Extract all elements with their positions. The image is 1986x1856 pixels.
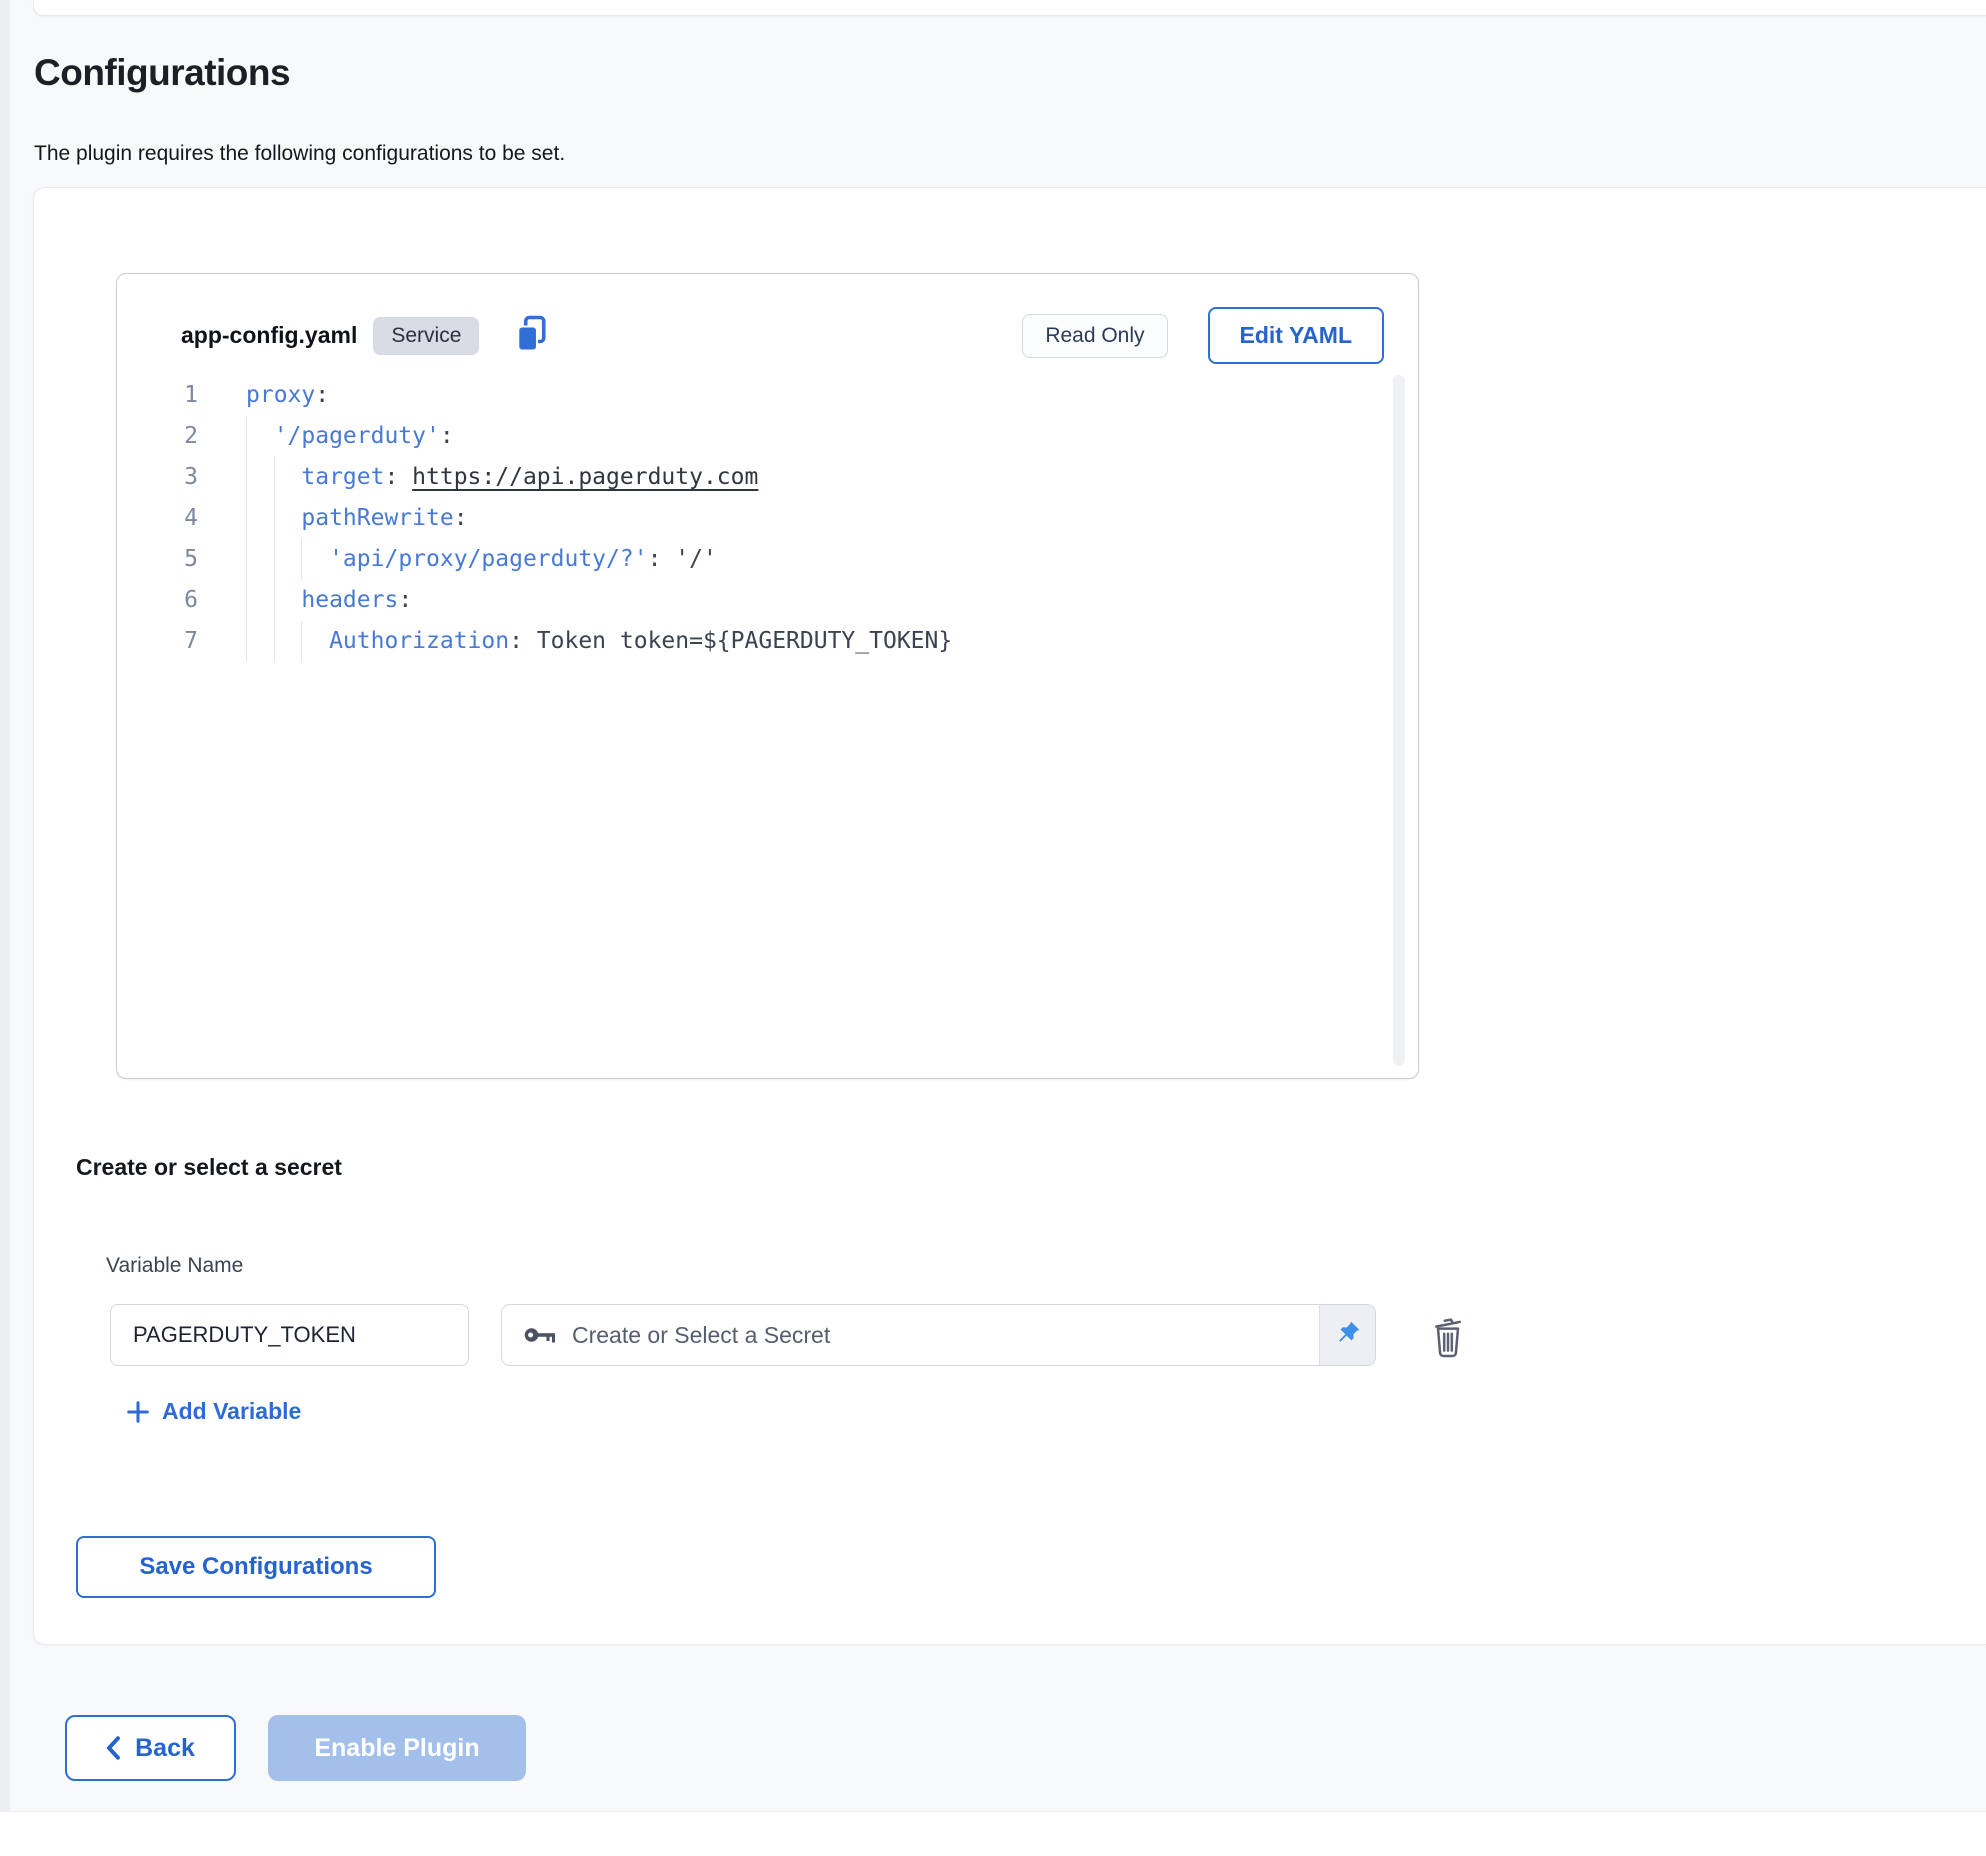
service-badge: Service xyxy=(373,317,479,355)
variable-name-label: Variable Name xyxy=(106,1254,243,1278)
yaml-code-block: 1proxy:2'/pagerduty':3target: https://ap… xyxy=(117,375,1388,1078)
line-number: 4 xyxy=(117,498,246,539)
back-button[interactable]: Back xyxy=(65,1715,236,1781)
code-line: 1proxy: xyxy=(117,375,1388,416)
left-edge-strip xyxy=(0,0,10,1812)
code-line: 6headers: xyxy=(117,580,1388,621)
code-text: proxy: xyxy=(246,375,1388,416)
indent-guide xyxy=(246,539,247,580)
key-icon xyxy=(524,1326,556,1344)
secret-section-heading: Create or select a secret xyxy=(76,1154,342,1181)
code-text: '/pagerduty': xyxy=(246,416,1388,457)
indent-guide xyxy=(274,621,275,662)
page-title: Configurations xyxy=(34,52,290,94)
code-line: 2'/pagerduty': xyxy=(117,416,1388,457)
indent-guide xyxy=(274,457,275,498)
editor-scrollbar[interactable] xyxy=(1393,375,1405,1066)
yaml-editor-header: app-config.yaml Service Read Only Edit Y… xyxy=(117,274,1418,375)
yaml-editor-card: app-config.yaml Service Read Only Edit Y… xyxy=(116,273,1419,1079)
previous-card-edge xyxy=(33,0,1986,16)
page-subtitle: The plugin requires the following config… xyxy=(34,142,565,166)
indent-guide xyxy=(246,416,247,457)
chevron-left-icon xyxy=(106,1736,121,1760)
trash-icon xyxy=(1430,1346,1466,1361)
pin-icon xyxy=(1334,1319,1362,1352)
line-number: 3 xyxy=(117,457,246,498)
indent-guide xyxy=(246,621,247,662)
indent-guide xyxy=(246,580,247,621)
code-text: pathRewrite: xyxy=(246,498,1388,539)
plugin-configuration-page: Configurations The plugin requires the f… xyxy=(0,0,1986,1856)
add-variable-label: Add Variable xyxy=(162,1398,301,1425)
back-button-label: Back xyxy=(135,1734,195,1763)
variable-name-input[interactable] xyxy=(110,1304,469,1366)
add-variable-button[interactable]: Add Variable xyxy=(126,1398,301,1425)
code-lines: 1proxy:2'/pagerduty':3target: https://ap… xyxy=(117,375,1388,662)
indent-guide xyxy=(274,580,275,621)
code-text: 'api/proxy/pagerduty/?': '/' xyxy=(246,539,1388,580)
code-line: 7Authorization: Token token=${PAGERDUTY_… xyxy=(117,621,1388,662)
line-number: 2 xyxy=(117,416,246,457)
edit-yaml-button[interactable]: Edit YAML xyxy=(1208,307,1384,364)
code-text: headers: xyxy=(246,580,1388,621)
indent-guide xyxy=(246,498,247,539)
line-number: 7 xyxy=(117,621,246,662)
indent-guide xyxy=(274,539,275,580)
enable-plugin-button[interactable]: Enable Plugin xyxy=(268,1715,526,1781)
read-only-badge: Read Only xyxy=(1022,314,1167,358)
indent-guide xyxy=(246,457,247,498)
pin-secret-button[interactable] xyxy=(1319,1305,1375,1365)
secret-select-placeholder: Create or Select a Secret xyxy=(572,1322,1319,1349)
save-configurations-button[interactable]: Save Configurations xyxy=(76,1536,436,1598)
indent-guide xyxy=(274,498,275,539)
line-number: 6 xyxy=(117,580,246,621)
line-number: 1 xyxy=(117,375,246,416)
code-line: 4pathRewrite: xyxy=(117,498,1388,539)
plus-icon xyxy=(126,1400,150,1424)
indent-guide xyxy=(301,621,302,662)
copy-icon xyxy=(513,313,549,358)
code-line: 5'api/proxy/pagerduty/?': '/' xyxy=(117,539,1388,580)
delete-variable-button[interactable] xyxy=(1430,1314,1466,1361)
code-text: Authorization: Token token=${PAGERDUTY_T… xyxy=(246,621,1388,662)
copy-button[interactable] xyxy=(513,313,549,358)
config-filename: app-config.yaml xyxy=(181,322,357,349)
configurations-card: app-config.yaml Service Read Only Edit Y… xyxy=(33,187,1986,1645)
indent-guide xyxy=(301,539,302,580)
secret-select-dropdown[interactable]: Create or Select a Secret xyxy=(501,1304,1376,1366)
code-line: 3target: https://api.pagerduty.com xyxy=(117,457,1388,498)
line-number: 5 xyxy=(117,539,246,580)
code-text: target: https://api.pagerduty.com xyxy=(246,457,1388,498)
